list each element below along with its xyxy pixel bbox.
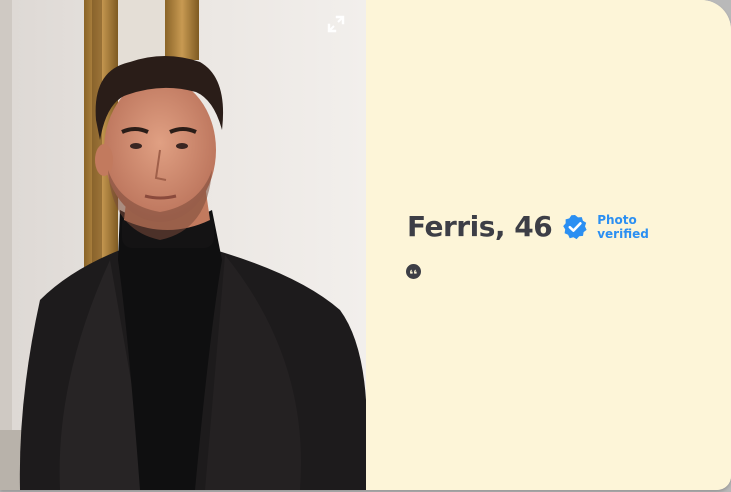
profile-info-panel: Ferris, 46 Photo verified xyxy=(366,0,731,490)
profile-photo[interactable] xyxy=(0,0,366,490)
profile-card[interactable]: Ferris, 46 Photo verified xyxy=(0,0,731,490)
expand-photo-icon xyxy=(327,15,345,33)
quote-icon xyxy=(406,264,421,279)
verified-line-2: verified xyxy=(597,226,649,241)
profile-name-age: Ferris, 46 xyxy=(407,210,553,243)
prompt-quote xyxy=(406,264,421,279)
verified-line-1: Photo xyxy=(597,212,637,227)
expand-photo-button[interactable] xyxy=(324,12,348,36)
photo-verified-label: Photo verified xyxy=(597,213,649,241)
name-row: Ferris, 46 Photo verified xyxy=(407,210,649,243)
profile-photo-image xyxy=(0,0,366,490)
verified-badge-icon xyxy=(563,214,587,239)
